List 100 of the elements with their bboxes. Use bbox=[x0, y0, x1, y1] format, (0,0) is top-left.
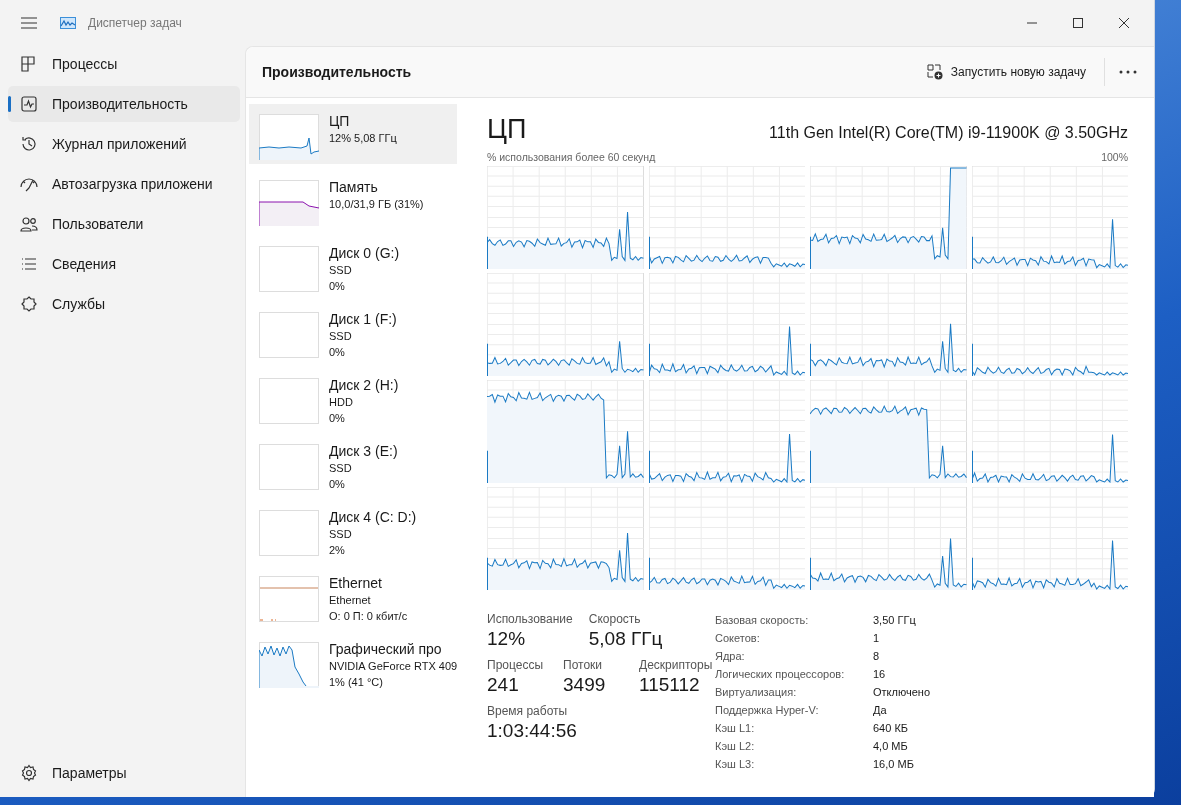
resource-detail: 12% 5,08 ГГц bbox=[329, 131, 397, 146]
empty-graph-icon bbox=[259, 444, 319, 490]
empty-graph-icon bbox=[259, 312, 319, 358]
resource-detail: 0% bbox=[329, 345, 346, 360]
mini-graph-icon bbox=[259, 114, 319, 160]
cpu-heading: ЦП bbox=[487, 114, 527, 145]
resource-detail: 10,0/31,9 ГБ (31%) bbox=[329, 197, 424, 212]
nav-item[interactable]: Сведения bbox=[8, 246, 240, 282]
spec-label: Кэш L2: bbox=[715, 739, 756, 754]
empty-graph-icon bbox=[259, 246, 319, 292]
app-icon bbox=[60, 17, 76, 29]
performance-icon bbox=[20, 95, 38, 113]
startup-icon bbox=[20, 175, 38, 193]
resource-detail: 0% bbox=[329, 477, 346, 492]
close-icon[interactable] bbox=[1119, 18, 1129, 28]
resource-item[interactable]: Графический про NVIDIA GeForce RTX 409 1% (41 °C) bbox=[249, 632, 457, 692]
settings-item[interactable]: Параметры bbox=[8, 755, 240, 791]
stat-label: Скорость bbox=[588, 612, 642, 626]
history-icon bbox=[20, 135, 38, 153]
spec-value: 4,0 МБ bbox=[873, 739, 909, 754]
more-icon[interactable] bbox=[1119, 70, 1137, 74]
stat-label: Потоки bbox=[563, 658, 604, 672]
nav-item[interactable]: Производительность bbox=[8, 86, 240, 122]
resource-name: Диск 2 (H:) bbox=[329, 377, 399, 394]
resource-name: Диск 0 (G:) bbox=[329, 245, 400, 262]
details-icon bbox=[20, 255, 38, 273]
resource-name: ЦП bbox=[329, 113, 351, 130]
resource-detail: 1% (41 °C) bbox=[329, 675, 384, 690]
resource-name: Диск 1 (F:) bbox=[329, 311, 397, 328]
mini-graph-icon bbox=[259, 180, 319, 226]
stat-label: Дескрипторы bbox=[639, 658, 713, 672]
spec-label: Виртуализация: bbox=[715, 685, 798, 700]
spec-label: Ядра: bbox=[715, 649, 746, 664]
resource-item[interactable]: Диск 4 (C: D:) SSD 2% bbox=[249, 500, 457, 560]
nav-item[interactable]: Службы bbox=[8, 286, 240, 322]
spec-label: Кэш L3: bbox=[715, 757, 756, 772]
resource-detail: 0% bbox=[329, 411, 346, 426]
graph-caption: % использования более 60 секунд bbox=[487, 151, 656, 163]
resource-name: Ethernet bbox=[329, 575, 383, 592]
resource-detail: Ethernet bbox=[329, 593, 372, 608]
menu-icon[interactable] bbox=[21, 17, 37, 29]
stat-label: Процессы bbox=[487, 658, 544, 672]
resource-detail: SSD bbox=[329, 527, 353, 542]
settings-icon bbox=[20, 764, 38, 782]
spec-label: Кэш L1: bbox=[715, 721, 756, 736]
stat-value: 12% bbox=[487, 628, 527, 650]
spec-value: 1 bbox=[873, 631, 881, 646]
resource-item[interactable]: ЦП 12% 5,08 ГГц bbox=[249, 104, 457, 164]
new-task-icon bbox=[926, 64, 943, 80]
stat-value: 115112 bbox=[639, 674, 701, 696]
window-title: Диспетчер задач bbox=[88, 16, 182, 30]
users-icon bbox=[20, 215, 38, 233]
resource-name: Диск 3 (E:) bbox=[329, 443, 398, 460]
spec-label: Сокетов: bbox=[715, 631, 761, 646]
resource-name: Диск 4 (C: D:) bbox=[329, 509, 417, 526]
nav-item[interactable]: Автозагрузка приложени bbox=[8, 166, 240, 202]
resource-detail: SSD bbox=[329, 263, 353, 278]
run-task-button[interactable]: Запустить новую задачу bbox=[918, 58, 1094, 86]
spec-label: Базовая скорость: bbox=[715, 613, 810, 628]
resource-detail: 2% bbox=[329, 543, 346, 558]
spec-label: Логических процессоров: bbox=[715, 667, 846, 682]
graph-max-label: 100% bbox=[1101, 151, 1128, 163]
spec-label: Поддержка Hyper-V: bbox=[715, 703, 820, 718]
spec-value: Отключено bbox=[873, 685, 930, 700]
resource-detail: NVIDIA GeForce RTX 409 bbox=[329, 659, 457, 674]
spec-value: 16 bbox=[873, 667, 887, 682]
nav-item[interactable]: Журнал приложений bbox=[8, 126, 240, 162]
mini-graph-icon bbox=[259, 576, 319, 622]
resource-detail: 0% bbox=[329, 279, 346, 294]
resource-item[interactable]: Диск 3 (E:) SSD 0% bbox=[249, 434, 457, 494]
stat-value: 3499 bbox=[563, 674, 607, 696]
stat-value: 5,08 ГГц bbox=[588, 628, 663, 650]
services-icon bbox=[20, 295, 38, 313]
resource-name: Графический про bbox=[329, 641, 443, 658]
resource-item[interactable]: Диск 0 (G:) SSD 0% bbox=[249, 236, 457, 296]
resource-detail: SSD bbox=[329, 329, 353, 344]
spec-value: 640 КБ bbox=[873, 721, 910, 736]
processes-icon bbox=[20, 55, 38, 73]
stat-value: 241 bbox=[487, 674, 520, 696]
nav-item[interactable]: Процессы bbox=[8, 46, 240, 82]
spec-value: 8 bbox=[873, 649, 881, 664]
resource-item[interactable]: Диск 2 (H:) HDD 0% bbox=[249, 368, 457, 428]
spec-value: Да bbox=[873, 703, 888, 718]
empty-graph-icon bbox=[259, 510, 319, 556]
resource-detail: О: 0 П: 0 кбит/с bbox=[329, 609, 408, 624]
resource-item[interactable]: Диск 1 (F:) SSD 0% bbox=[249, 302, 457, 362]
nav-item[interactable]: Пользователи bbox=[8, 206, 240, 242]
stat-value: 1:03:44:56 bbox=[487, 720, 577, 742]
page-title: Производительность bbox=[262, 64, 412, 80]
stat-label: Использование bbox=[487, 612, 573, 626]
empty-graph-icon bbox=[259, 378, 319, 424]
resource-item[interactable]: Память 10,0/31,9 ГБ (31%) bbox=[249, 170, 457, 230]
spec-value: 16,0 МБ bbox=[873, 757, 915, 772]
maximize-icon[interactable] bbox=[1073, 18, 1083, 28]
resource-item[interactable]: Ethernet Ethernet О: 0 П: 0 кбит/с bbox=[249, 566, 457, 626]
mini-graph-icon bbox=[259, 642, 319, 688]
resource-detail: SSD bbox=[329, 461, 353, 476]
stat-label: Время работы bbox=[487, 704, 569, 718]
cpu-model: 11th Gen Intel(R) Core(TM) i9-11900K @ 3.50GHz bbox=[769, 124, 1128, 142]
spec-value: 3,50 ГГц bbox=[873, 613, 917, 628]
